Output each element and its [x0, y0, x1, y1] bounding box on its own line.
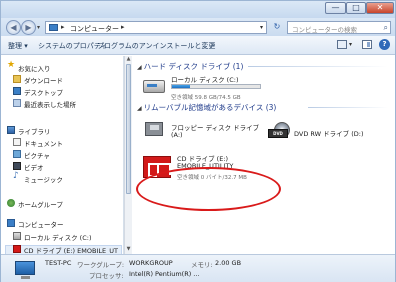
explorer-window: — □ ✕ ◀ ▶ ▾ ▸ コンピューター ▸ ▾ ↻ コンピューターの検索 ⌕… [0, 0, 396, 282]
details-pane: TEST-PC ワークグループ: WORKGROUP メモリ: 2.00 GB … [1, 254, 395, 282]
nav-label: ライブラリ [18, 128, 51, 136]
nav-label: ピクチャ [24, 152, 50, 160]
drive-dvd[interactable]: DVD DVD RW ドライブ (D:) [268, 120, 388, 146]
forward-button[interactable]: ▶ [21, 20, 36, 35]
documents-icon [13, 138, 21, 146]
drive-local-disk[interactable]: ローカル ディスク (C:) 空き領域 59.8 GB/74.5 GB [143, 72, 293, 102]
computer-icon [49, 24, 58, 31]
desktop-icon [13, 87, 21, 95]
path-separator[interactable]: ▸ [61, 23, 65, 31]
recent-places-icon [13, 99, 21, 107]
drive-floppy[interactable]: フロッピー ディスク ドライブ (A:) [143, 118, 259, 144]
videos-icon [13, 162, 21, 170]
nav-label: ドキュメント [24, 140, 63, 148]
breadcrumb-computer[interactable]: コンピューター [70, 24, 119, 34]
nav-label: ホームグループ [18, 201, 63, 209]
nav-scrollbar[interactable]: ▲ ▼ [124, 56, 132, 254]
nav-label: コンピューター [18, 221, 64, 229]
memory-value: 2.00 GB [215, 259, 242, 267]
nav-label: お気に入り [18, 65, 51, 73]
preview-pane-icon[interactable] [362, 40, 372, 49]
back-button[interactable]: ◀ [6, 20, 21, 35]
music-icon: ♪ [13, 171, 19, 181]
scroll-down-icon[interactable]: ▼ [125, 246, 132, 254]
highlight-ellipse [136, 167, 281, 211]
dvd-drive-icon: DVD [268, 122, 290, 138]
help-icon[interactable]: ? [379, 39, 390, 50]
workgroup-value: WORKGROUP [129, 259, 173, 267]
floppy-drive-icon [145, 122, 163, 136]
nav-label: 最近表示した場所 [24, 101, 76, 109]
content-pane: ◢ ハード ディスク ドライブ (1) ローカル ディスク (C:) 空き領域 5… [133, 56, 395, 254]
collapse-arrow-icon[interactable]: ◢ [137, 64, 142, 71]
title-bar[interactable]: — □ ✕ [1, 1, 395, 18]
removable-group-header[interactable]: ◢ リムーバブル記憶域があるデバイス (3) [137, 102, 276, 113]
pc-name: TEST-PC [45, 259, 72, 267]
collapse-arrow-icon[interactable]: ◢ [137, 105, 142, 112]
hdd-group-header[interactable]: ◢ ハード ディスク ドライブ (1) [137, 61, 243, 72]
hard-disk-icon [13, 232, 21, 240]
organize-button[interactable]: 整理 ▾ [8, 41, 28, 51]
maximize-button[interactable]: □ [346, 2, 366, 14]
minimize-button[interactable]: — [325, 2, 346, 14]
processor-value: Intel(R) Pentium(R) ... [129, 270, 200, 278]
disk-usage-fill [172, 85, 190, 88]
disk-usage-bar [171, 84, 261, 89]
star-icon: ★ [7, 60, 16, 70]
drive-name: ローカル ディスク (C:) [171, 76, 239, 84]
group-divider [248, 66, 388, 67]
search-input[interactable]: コンピューターの検索 ⌕ [287, 21, 391, 34]
scroll-thumb[interactable] [126, 64, 131, 194]
nav-label: ローカル ディスク (C:) [24, 234, 92, 242]
hard-disk-icon [143, 80, 165, 93]
command-bar: 整理 ▾ システムのプロパティ プログラムのアンインストールと変更 » ▾ ? [1, 36, 395, 55]
group-divider [308, 107, 388, 108]
group-title: リムーバブル記憶域があるデバイス (3) [143, 103, 277, 112]
library-icon [7, 126, 15, 134]
nav-label: ダウンロード [24, 77, 63, 85]
nav-label: デスクトップ [24, 89, 63, 97]
dvd-badge: DVD [268, 129, 288, 138]
computer-icon [7, 219, 15, 227]
drive-name: DVD RW ドライブ (D:) [294, 130, 364, 138]
pictures-icon [13, 150, 21, 158]
drive-name: フロッピー ディスク ドライブ [171, 124, 260, 132]
computer-icon [15, 261, 35, 279]
emobile-drive-icon [13, 245, 21, 253]
address-bar-row: ◀ ▶ ▾ ▸ コンピューター ▸ ▾ ↻ コンピューターの検索 ⌕ [1, 18, 395, 36]
homegroup-icon [7, 199, 15, 207]
downloads-folder-icon [13, 75, 21, 83]
view-options-icon[interactable] [337, 40, 347, 49]
drive-free-space: 空き領域 59.8 GB/74.5 GB [171, 95, 241, 101]
uninstall-program-button[interactable]: プログラムのアンインストールと変更 [97, 41, 215, 51]
view-dropdown-icon[interactable]: ▾ [349, 41, 352, 48]
memory-key: メモリ: [191, 261, 213, 269]
path-separator[interactable]: ▸ [121, 23, 125, 31]
address-field[interactable]: ▸ コンピューター ▸ ▾ [45, 21, 267, 34]
nav-label: ミュージック [24, 176, 63, 184]
refresh-button[interactable]: ↻ [271, 22, 283, 33]
search-placeholder: コンピューターの検索 [292, 26, 357, 34]
processor-key: プロセッサ: [89, 272, 124, 280]
search-icon[interactable]: ⌕ [384, 23, 388, 33]
close-button[interactable]: ✕ [366, 2, 394, 14]
recent-pages-dropdown[interactable]: ▾ [37, 24, 40, 31]
nav-label: CD ドライブ (E:) EMOBILE_UT [24, 247, 119, 254]
scroll-up-icon[interactable]: ▲ [125, 56, 132, 64]
navigation-pane: ★ お気に入り ダウンロード デスクトップ 最近表示した場所 ライブラリ ドキュ… [1, 56, 124, 254]
drive-letter: (A:) [171, 131, 183, 139]
more-commands-button[interactable]: » [211, 41, 215, 49]
workgroup-key: ワークグループ: [77, 261, 125, 269]
address-dropdown-icon[interactable]: ▾ [260, 24, 263, 31]
group-title: ハード ディスク ドライブ (1) [143, 62, 244, 71]
nav-label: ビデオ [24, 164, 44, 172]
